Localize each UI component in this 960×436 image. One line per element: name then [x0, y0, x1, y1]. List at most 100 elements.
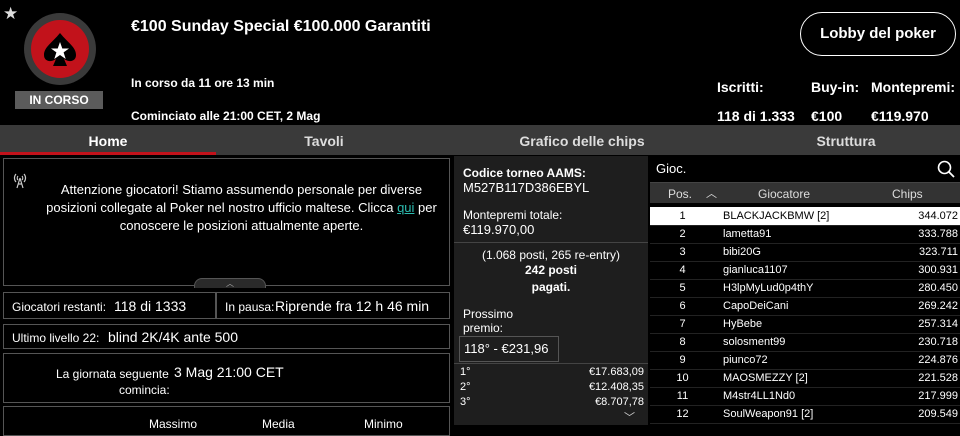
remaining-players: Giocatori restanti: 118 di 1333	[3, 292, 216, 319]
lobby-button[interactable]: Lobby del poker	[800, 12, 956, 56]
collapse-notice-icon[interactable]: ︿	[194, 278, 266, 288]
row-chips: 344.072	[918, 210, 958, 222]
tab-tables[interactable]: Tavoli	[216, 125, 432, 155]
level-label: Ultimo livello 22:	[12, 331, 100, 345]
total-prize-label: Montepremi totale:	[463, 208, 563, 222]
prize-value: €119.970	[871, 108, 929, 124]
jobs-link[interactable]: qui	[397, 200, 414, 215]
sort-up-icon[interactable]: ︿	[706, 185, 717, 201]
level-value: blind 2K/4K ante 500	[108, 329, 238, 345]
nextday-value: 3 Mag 21:00 CET	[174, 364, 284, 380]
last-level: Ultimo livello 22: blind 2K/4K ante 500	[3, 324, 450, 349]
pokerstars-logo	[24, 13, 96, 85]
tab-home[interactable]: Home	[0, 125, 216, 155]
tournament-title: €100 Sunday Special €100.000 Garantiti	[131, 18, 431, 35]
row-chips: 230.718	[918, 336, 958, 348]
row-player: gianluca1107	[723, 264, 788, 276]
payout-amount-2: €12.408,35	[588, 381, 644, 393]
nextday-label-2: comincia:	[119, 383, 170, 397]
next-prize-value: 118° - €231,96	[459, 336, 559, 362]
table-row[interactable]: 1 BLACKJACKBMW [2] 344.072	[650, 207, 960, 226]
row-player: MAOSMEZZY [2]	[723, 372, 808, 384]
tab-structure[interactable]: Struttura	[732, 125, 960, 155]
total-prize-value: €119.970,00	[463, 222, 535, 237]
row-chips: 280.450	[918, 282, 958, 294]
col-pos-header[interactable]: Pos.	[668, 187, 692, 201]
paid-places: 242 posti	[524, 263, 578, 277]
next-day-start: La giornata seguente comincia: 3 Mag 21:…	[3, 353, 450, 403]
paid-label: pagati.	[531, 280, 571, 294]
table-row[interactable]: 11 M4str4LL1Nd0 217.999	[650, 387, 960, 406]
row-chips: 224.876	[918, 354, 958, 366]
chevron-down-icon[interactable]: ﹀	[624, 409, 635, 425]
row-pos: 10	[676, 372, 689, 384]
row-pos: 2	[679, 228, 686, 240]
start-time: Cominciato alle 21:00 CET, 2 Mag	[131, 109, 321, 123]
row-chips: 333.788	[918, 228, 958, 240]
broadcast-icon	[12, 171, 28, 193]
table-row[interactable]: 9 piunco72 224.876	[650, 351, 960, 370]
table-row[interactable]: 7 HyBebe 257.314	[650, 315, 960, 334]
row-player: SoulWeapon91 [2]	[723, 408, 814, 420]
table-row[interactable]: 4 gianluca1107 300.931	[650, 261, 960, 280]
aams-code-label: Codice torneo AAMS:	[463, 166, 586, 180]
row-chips: 221.528	[918, 372, 958, 384]
col-player-header[interactable]: Giocatore	[758, 187, 810, 201]
row-player: HyBebe	[723, 318, 763, 330]
row-player: CapoDeiCani	[723, 300, 789, 312]
remaining-value: 118 di 1333	[114, 298, 187, 314]
search-icon[interactable]	[937, 160, 955, 183]
payout-pos-2: 2°	[460, 381, 471, 393]
row-player: M4str4LL1Nd0	[723, 390, 796, 402]
row-chips: 257.314	[918, 318, 958, 330]
prize-panel: Codice torneo AAMS: M527B117D386EBYL Mon…	[454, 156, 648, 425]
search-input[interactable]: Gioc.	[656, 161, 686, 176]
chip-stats: Massimo Media Minimo	[3, 406, 450, 436]
nextday-label-1: La giornata seguente	[56, 367, 169, 381]
entrants-value: 118 di 1.333	[717, 108, 795, 124]
row-chips: 209.549	[918, 408, 958, 420]
row-player: solosment99	[723, 336, 786, 348]
col-max: Massimo	[149, 417, 198, 431]
row-player: H3lpMyLud0p4thY	[723, 282, 814, 294]
row-player: bibi20G	[723, 246, 761, 258]
row-pos: 8	[679, 336, 686, 348]
table-row[interactable]: 2 lametta91 333.788	[650, 225, 960, 244]
row-chips: 300.931	[918, 264, 958, 276]
table-row[interactable]: 8 solosment99 230.718	[650, 333, 960, 352]
tab-chip-chart[interactable]: Grafico delle chips	[432, 125, 732, 155]
col-min: Minimo	[364, 417, 403, 431]
row-chips: 217.999	[918, 390, 958, 402]
spade-star-icon	[31, 20, 89, 78]
table-row[interactable]: 12 SoulWeapon91 [2] 209.549	[650, 405, 960, 424]
row-player: BLACKJACKBMW [2]	[723, 210, 830, 222]
row-pos: 9	[679, 354, 686, 366]
entrants-label: Iscritti:	[717, 79, 764, 95]
table-row[interactable]: 3 bibi20G 323.711	[650, 243, 960, 262]
favorite-star-icon[interactable]: ★	[3, 4, 18, 24]
row-pos: 3	[679, 246, 686, 258]
player-search[interactable]: Gioc.	[650, 156, 960, 183]
running-time: In corso da 11 ore 13 min	[131, 76, 275, 90]
next-prize-label-1: Prossimo	[463, 307, 514, 321]
row-chips: 323.711	[919, 246, 958, 258]
next-prize-label-2: premio:	[463, 321, 504, 335]
payout-amount-3: €8.707,78	[595, 396, 644, 408]
table-row[interactable]: 10 MAOSMEZZY [2] 221.528	[650, 369, 960, 388]
row-pos: 4	[679, 264, 686, 276]
row-pos: 6	[679, 300, 686, 312]
table-row[interactable]: 6 CapoDeiCani 269.242	[650, 297, 960, 316]
buyin-value: €100	[811, 108, 843, 124]
remaining-label: Giocatori restanti:	[12, 300, 107, 314]
row-pos: 12	[676, 408, 689, 420]
row-pos: 7	[679, 318, 686, 330]
row-pos: 1	[679, 210, 686, 222]
table-row[interactable]: 5 H3lpMyLud0p4thY 280.450	[650, 279, 960, 298]
pause-label: In pausa:	[225, 300, 275, 314]
tab-bar: Home Tavoli Grafico delle chips Struttur…	[0, 125, 960, 155]
payout-pos-3: 3°	[460, 396, 471, 408]
col-chips-header[interactable]: Chips	[892, 187, 923, 201]
places-info: (1.068 posti, 265 re-entry)	[481, 248, 621, 262]
notice-box: Attenzione giocatori! Stiamo assumendo p…	[3, 158, 450, 288]
row-player: piunco72	[723, 354, 768, 366]
